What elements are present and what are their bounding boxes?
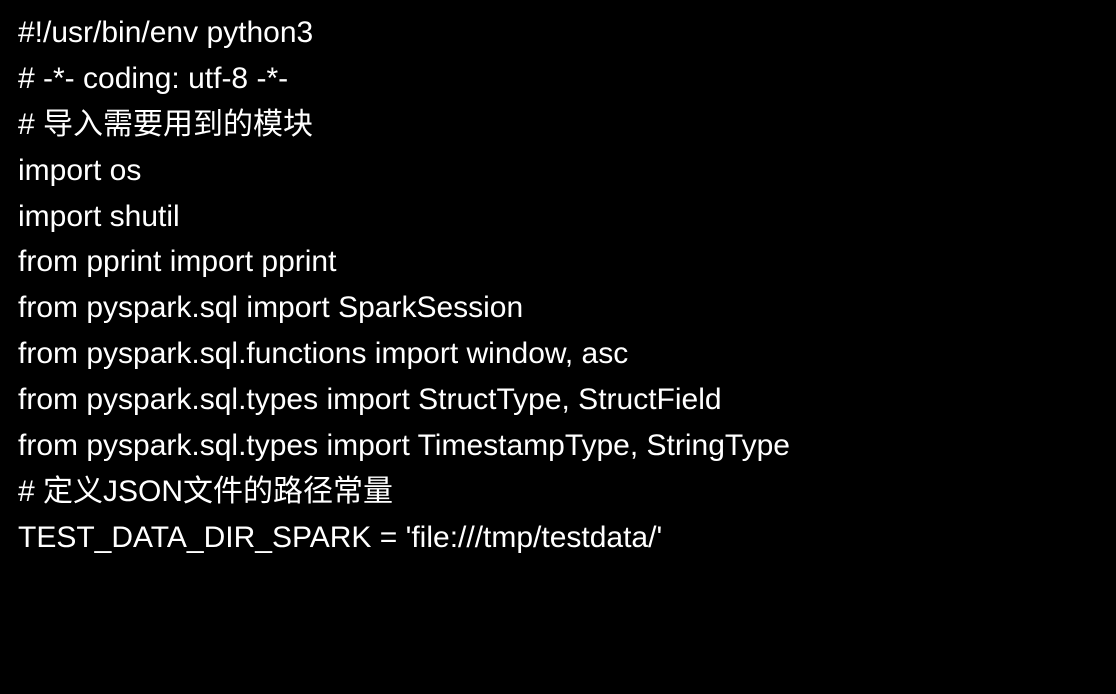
code-line-4: # 导入需要用到的模块	[18, 102, 1098, 148]
code-line-10: from pyspark.sql.functions import window…	[18, 331, 1098, 377]
code-line-12: from pyspark.sql.types import TimestampT…	[18, 423, 1098, 469]
code-block: #!/usr/bin/env python3 # -*- coding: utf…	[18, 10, 1098, 561]
code-line-2: # -*- coding: utf-8 -*-	[18, 56, 1098, 102]
code-line-13: # 定义JSON文件的路径常量	[18, 469, 1098, 515]
code-line-11: from pyspark.sql.types import StructType…	[18, 377, 1098, 423]
code-line-6: import shutil	[18, 194, 1098, 240]
code-line-7: from pprint import pprint	[18, 239, 1098, 285]
code-line-9: from pyspark.sql import SparkSession	[18, 285, 1098, 331]
code-line-14: TEST_DATA_DIR_SPARK = 'file:///tmp/testd…	[18, 515, 1098, 561]
code-line-5: import os	[18, 148, 1098, 194]
code-line-1: #!/usr/bin/env python3	[18, 10, 1098, 56]
